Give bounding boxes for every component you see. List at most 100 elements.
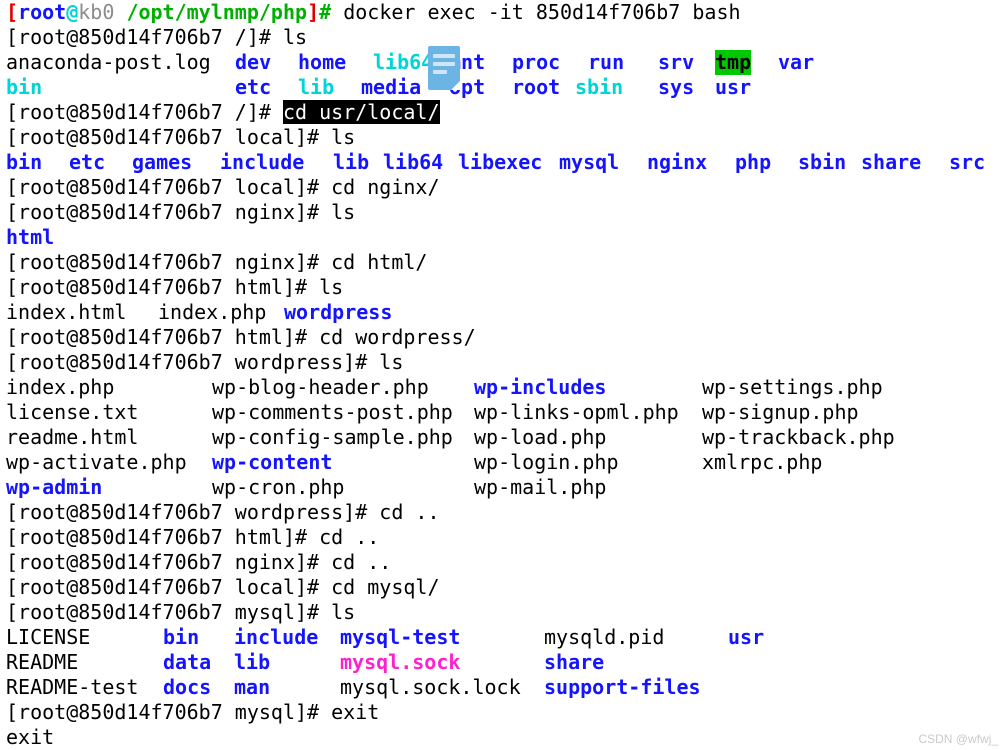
ls-html-row: index.html index.php wordpress xyxy=(0,300,1006,325)
prompt-host: kb0 xyxy=(78,0,115,24)
ls-entry: usr xyxy=(715,75,752,99)
terminal-line-prompt-ls-local: [root@850d14f706b7 local]# ls xyxy=(0,125,1006,150)
ls-entry: nginx xyxy=(647,150,708,174)
terminal-line-prompt-ls-wordpress: [root@850d14f706b7 wordpress]# ls xyxy=(0,350,1006,375)
ls-entry: README-test xyxy=(6,675,139,699)
ls-entry: wp-trackback.php xyxy=(702,425,895,449)
terminal-line-cd-up-html: [root@850d14f706b7 html]# cd .. xyxy=(0,525,1006,550)
ls-entry: proc xyxy=(512,50,561,74)
prompt-container-nginx: [root@850d14f706b7 nginx]# xyxy=(6,200,332,224)
ls-entry: games xyxy=(132,150,193,174)
watermark: CSDN @wfwj_ xyxy=(918,732,998,746)
prompt-container-local: [root@850d14f706b7 local]# xyxy=(6,125,332,149)
ls-entry: mysql.sock xyxy=(340,650,461,674)
ls-entry: srv xyxy=(658,50,695,74)
prompt-container-html: [root@850d14f706b7 html]# xyxy=(6,325,320,349)
terminal-line-exit: [root@850d14f706b7 mysql]# exit xyxy=(0,700,1006,725)
ls-entry: wordpress xyxy=(284,300,393,324)
command-cd-up: cd .. xyxy=(379,500,440,524)
ls-entry: run xyxy=(588,50,625,74)
prompt-container-nginx: [root@850d14f706b7 nginx]# xyxy=(6,550,332,574)
ls-entry: mysql-test xyxy=(340,625,461,649)
ls-entry: lib64 xyxy=(383,150,444,174)
command-ls: ls xyxy=(319,275,344,299)
prompt-hash: # xyxy=(319,0,332,24)
command-docker-exec: docker exec -it 850d14f706b7 bash xyxy=(343,0,741,24)
ls-entry: wp-includes xyxy=(474,375,607,399)
ls-entry: mysql xyxy=(559,150,620,174)
document-icon-line xyxy=(433,62,455,66)
ls-entry: readme.html xyxy=(6,425,139,449)
ls-entry: wp-signup.php xyxy=(702,400,859,424)
terminal-line-cd-wordpress: [root@850d14f706b7 html]# cd wordpress/ xyxy=(0,325,1006,350)
ls-entry: wp-mail.php xyxy=(474,475,607,499)
ls-entry: wp-admin xyxy=(6,475,103,499)
ls-entry-tmp: tmp xyxy=(715,50,752,75)
ls-entry: LICENSE xyxy=(6,625,91,649)
selected-command-cd-usr-local[interactable]: cd usr/local/ xyxy=(282,100,440,124)
ls-entry: mysql.sock.lock xyxy=(340,675,521,699)
ls-entry: mysqld.pid xyxy=(544,625,665,649)
ls-entry: bin xyxy=(6,150,43,174)
terminal-line-prompt-ls-nginx: [root@850d14f706b7 nginx]# ls xyxy=(0,200,1006,225)
terminal-line-cd-nginx: [root@850d14f706b7 local]# cd nginx/ xyxy=(0,175,1006,200)
command-ls: ls xyxy=(331,200,356,224)
ls-entry: wp-links-opml.php xyxy=(474,400,679,424)
document-icon[interactable] xyxy=(428,46,460,90)
command-cd-mysql: cd mysql/ xyxy=(331,575,440,599)
ls-entry: etc xyxy=(235,75,272,99)
ls-entry: lib xyxy=(298,75,335,99)
terminal-line-cd-up-wordpress: [root@850d14f706b7 wordpress]# cd .. xyxy=(0,500,1006,525)
ls-entry: man xyxy=(234,675,271,699)
document-icon-line xyxy=(433,54,455,58)
ls-entry: etc xyxy=(69,150,106,174)
ls-entry: sbin xyxy=(798,150,847,174)
ls-entry: wp-comments-post.php xyxy=(212,400,453,424)
ls-entry: wp-content xyxy=(212,450,333,474)
ls-entry: lib xyxy=(333,150,370,174)
ls-wordpress-row: wp-activate.php wp-content wp-login.php xml… xyxy=(0,450,1006,475)
terminal-line-prompt-ls-html: [root@850d14f706b7 html]# ls xyxy=(0,275,1006,300)
prompt-container-local: [root@850d14f706b7 local]# xyxy=(6,575,332,599)
ls-entry: wp-cron.php xyxy=(212,475,345,499)
ls-entry: root xyxy=(512,75,561,99)
ls-entry: anaconda-post.log xyxy=(6,50,211,74)
ls-entry: index.php xyxy=(158,300,267,324)
ls-entry: docs xyxy=(163,675,212,699)
prompt-container-wordpress: [root@850d14f706b7 wordpress]# xyxy=(6,500,380,524)
terminal-window[interactable]: [root@kb0 /opt/mylnmp/php]# docker exec … xyxy=(0,0,1006,750)
ls-entry: sbin xyxy=(575,75,624,99)
ls-nginx-row: html xyxy=(0,225,1006,250)
ls-entry: wp-blog-header.php xyxy=(212,375,429,399)
command-ls: ls xyxy=(282,25,308,49)
terminal-line-prompt-ls-mysql: [root@850d14f706b7 mysql]# ls xyxy=(0,600,1006,625)
ls-wordpress-row: license.txt wp-comments-post.php wp-links-… xyxy=(0,400,1006,425)
ls-entry: lib64 xyxy=(373,50,434,74)
output-exit: exit xyxy=(6,725,55,749)
ls-entry: wp-activate.php xyxy=(6,450,187,474)
ls-entry: share xyxy=(861,150,922,174)
command-cd-html: cd html/ xyxy=(331,250,428,274)
ls-wordpress-row: index.php wp-blog-header.php wp-includes wp… xyxy=(0,375,1006,400)
command-cd-nginx: cd nginx/ xyxy=(331,175,440,199)
command-cd-up: cd .. xyxy=(331,550,392,574)
ls-entry: src xyxy=(949,150,986,174)
document-icon-line xyxy=(433,70,447,74)
command-cd-wordpress: cd wordpress/ xyxy=(319,325,476,349)
ls-entry: bin xyxy=(6,75,43,99)
ls-entry: sys xyxy=(658,75,695,99)
prompt-container-nginx: [root@850d14f706b7 nginx]# xyxy=(6,250,332,274)
ls-entry: bin xyxy=(163,625,200,649)
command-ls: ls xyxy=(331,125,356,149)
command-ls: ls xyxy=(379,350,404,374)
prompt-container-wordpress: [root@850d14f706b7 wordpress]# xyxy=(6,350,380,374)
command-ls: ls xyxy=(331,600,356,624)
ls-mysql-row: LICENSE bin include mysql-test mysqld.pid usr xyxy=(0,625,1006,650)
terminal-line-cd-html: [root@850d14f706b7 nginx]# cd html/ xyxy=(0,250,1006,275)
ls-entry: include xyxy=(220,150,305,174)
ls-entry: html xyxy=(6,225,55,249)
ls-entry: usr xyxy=(728,625,765,649)
prompt-container-root: [root@850d14f706b7 /]# xyxy=(6,25,283,49)
terminal-line-exit-echo: exit xyxy=(0,725,1006,750)
ls-wordpress-row: wp-admin wp-cron.php wp-mail.php xyxy=(0,475,1006,500)
